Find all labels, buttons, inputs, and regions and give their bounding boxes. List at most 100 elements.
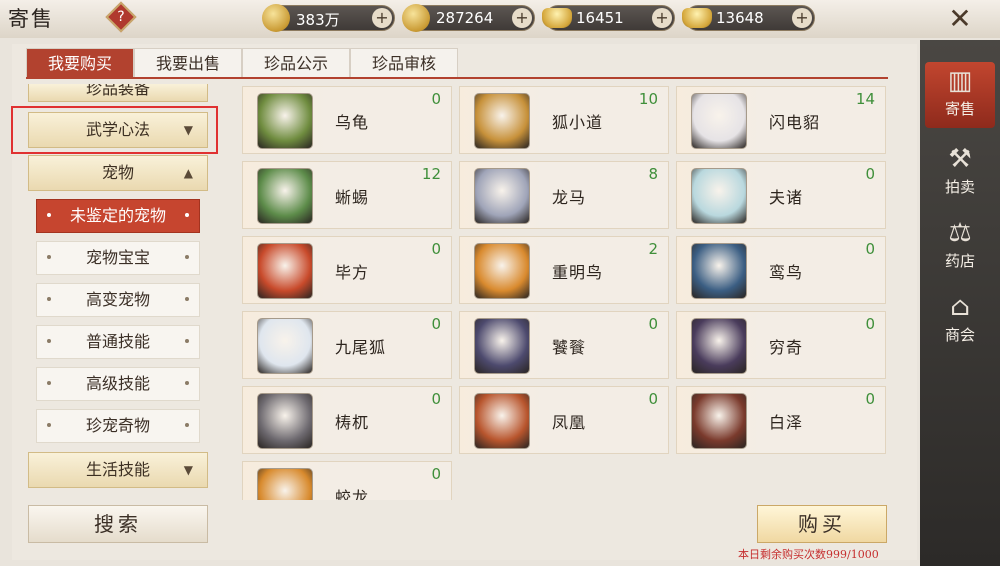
help-icon: ? bbox=[117, 9, 125, 25]
window-title: 寄售 bbox=[8, 7, 54, 31]
pet-portrait bbox=[474, 243, 530, 299]
dot-icon bbox=[185, 423, 189, 427]
sub-unidentified-pets[interactable]: 未鉴定的宠物 bbox=[36, 199, 200, 233]
tab-treasure-public[interactable]: 珍品公示 bbox=[242, 48, 350, 78]
item-name: 穷奇 bbox=[769, 338, 804, 357]
item-name: 夫诸 bbox=[769, 188, 804, 207]
dot-icon bbox=[47, 213, 51, 217]
tab-buy[interactable]: 我要购买 bbox=[26, 48, 134, 78]
item-count: 8 bbox=[648, 165, 658, 183]
pet-portrait bbox=[257, 393, 313, 449]
tab-underline bbox=[26, 77, 888, 79]
item-count: 14 bbox=[855, 90, 875, 108]
dot-icon bbox=[185, 297, 189, 301]
pet-portrait bbox=[691, 243, 747, 299]
item-card[interactable]: 蛟龙 0 bbox=[242, 461, 452, 500]
item-card[interactable]: 凤凰 0 bbox=[459, 386, 669, 454]
pet-portrait bbox=[257, 93, 313, 149]
nav-label: 拍卖 bbox=[944, 178, 975, 196]
item-grid: 乌龟 0 狐小道 10 闪电貂 14 蜥蜴 12 龙马 8 夫诸 0 毕方 0 重明鸟 2 鸾鸟… bbox=[240, 86, 900, 500]
buy-button[interactable]: 购买 bbox=[757, 505, 887, 543]
item-name: 蛟龙 bbox=[335, 488, 370, 500]
search-button[interactable]: 搜索 bbox=[28, 505, 208, 543]
add-currency-button[interactable]: + bbox=[792, 8, 812, 28]
building-icon: ▥ bbox=[947, 66, 973, 96]
add-currency-button[interactable]: + bbox=[512, 8, 532, 28]
item-count: 0 bbox=[431, 390, 441, 408]
add-currency-button[interactable]: + bbox=[372, 8, 392, 28]
item-card[interactable]: 穷奇 0 bbox=[676, 311, 886, 379]
item-count: 0 bbox=[865, 165, 875, 183]
dot-icon bbox=[47, 423, 51, 427]
item-card[interactable]: 龙马 8 bbox=[459, 161, 669, 229]
item-card[interactable]: 白泽 0 bbox=[676, 386, 886, 454]
nav-pharmacy[interactable]: ⚖ 药店 bbox=[925, 214, 995, 280]
pet-portrait bbox=[691, 393, 747, 449]
item-count: 2 bbox=[648, 240, 658, 258]
item-card[interactable]: 梼杌 0 bbox=[242, 386, 452, 454]
shop-icon: ⌂ bbox=[950, 292, 970, 322]
sub-label: 高变宠物 bbox=[85, 290, 150, 309]
silver-ingot-icon bbox=[542, 8, 572, 28]
item-count: 0 bbox=[431, 465, 441, 483]
sub-label: 珍宠奇物 bbox=[85, 416, 150, 435]
item-name: 凤凰 bbox=[552, 413, 587, 432]
pet-portrait bbox=[691, 318, 747, 374]
item-count: 0 bbox=[865, 315, 875, 333]
item-card[interactable]: 蜥蜴 12 bbox=[242, 161, 452, 229]
category-pets[interactable]: 宠物 ▲ bbox=[28, 155, 208, 191]
item-card[interactable]: 毕方 0 bbox=[242, 236, 452, 304]
sub-advanced-skills[interactable]: 高级技能 bbox=[36, 367, 200, 401]
item-card[interactable]: 九尾狐 0 bbox=[242, 311, 452, 379]
item-name: 闪电貂 bbox=[769, 113, 821, 132]
gold-coin-icon bbox=[402, 4, 430, 32]
category-treasure-equipment[interactable]: 珍品装备 bbox=[28, 84, 208, 102]
sub-mutated-pets[interactable]: 高变宠物 bbox=[36, 283, 200, 317]
item-name: 白泽 bbox=[769, 413, 804, 432]
pet-portrait bbox=[257, 168, 313, 224]
category-life-skills[interactable]: 生活技能 ▼ bbox=[28, 452, 208, 488]
highlight-box bbox=[11, 106, 218, 154]
item-name: 九尾狐 bbox=[335, 338, 387, 357]
add-currency-button[interactable]: + bbox=[652, 8, 672, 28]
currency-ingot-silver: 16451 + bbox=[542, 5, 675, 31]
pet-portrait bbox=[474, 168, 530, 224]
tab-treasure-review[interactable]: 珍品审核 bbox=[350, 48, 458, 78]
item-name: 鸾鸟 bbox=[769, 263, 804, 282]
pet-portrait bbox=[474, 393, 530, 449]
item-count: 0 bbox=[648, 390, 658, 408]
pet-portrait bbox=[474, 93, 530, 149]
sub-normal-skills[interactable]: 普通技能 bbox=[36, 325, 200, 359]
tab-sell[interactable]: 我要出售 bbox=[134, 48, 242, 78]
item-name: 重明鸟 bbox=[552, 263, 604, 282]
item-card[interactable]: 鸾鸟 0 bbox=[676, 236, 886, 304]
item-card[interactable]: 夫诸 0 bbox=[676, 161, 886, 229]
sub-label: 普通技能 bbox=[85, 332, 150, 351]
sub-rare-pet-items[interactable]: 珍宠奇物 bbox=[36, 409, 200, 443]
nav-consign[interactable]: ▥ 寄售 bbox=[925, 62, 995, 128]
item-count: 0 bbox=[865, 390, 875, 408]
dot-icon bbox=[185, 213, 189, 217]
item-card[interactable]: 饕餮 0 bbox=[459, 311, 669, 379]
nav-guild-shop[interactable]: ⌂ 商会 bbox=[925, 288, 995, 354]
sub-pet-babies[interactable]: 宠物宝宝 bbox=[36, 241, 200, 275]
nav-label: 寄售 bbox=[944, 100, 975, 118]
pet-portrait bbox=[257, 318, 313, 374]
close-icon[interactable]: ✕ bbox=[935, 2, 985, 38]
dot-icon bbox=[47, 255, 51, 259]
coin-stack-icon bbox=[262, 4, 290, 32]
item-name: 狐小道 bbox=[552, 113, 604, 132]
item-card[interactable]: 乌龟 0 bbox=[242, 86, 452, 154]
item-card[interactable]: 闪电貂 14 bbox=[676, 86, 886, 154]
dot-icon bbox=[185, 339, 189, 343]
currency-gold: 287264 + bbox=[402, 4, 535, 32]
nav-auction[interactable]: ⚒ 拍卖 bbox=[925, 140, 995, 206]
category-label: 生活技能 bbox=[85, 460, 150, 479]
item-card[interactable]: 重明鸟 2 bbox=[459, 236, 669, 304]
item-card[interactable]: 狐小道 10 bbox=[459, 86, 669, 154]
currency-ingot-gold: 13648 + bbox=[682, 5, 815, 31]
currency-value: 13648 bbox=[716, 9, 764, 27]
dot-icon bbox=[47, 297, 51, 301]
item-count: 0 bbox=[431, 315, 441, 333]
item-name: 饕餮 bbox=[552, 338, 587, 357]
